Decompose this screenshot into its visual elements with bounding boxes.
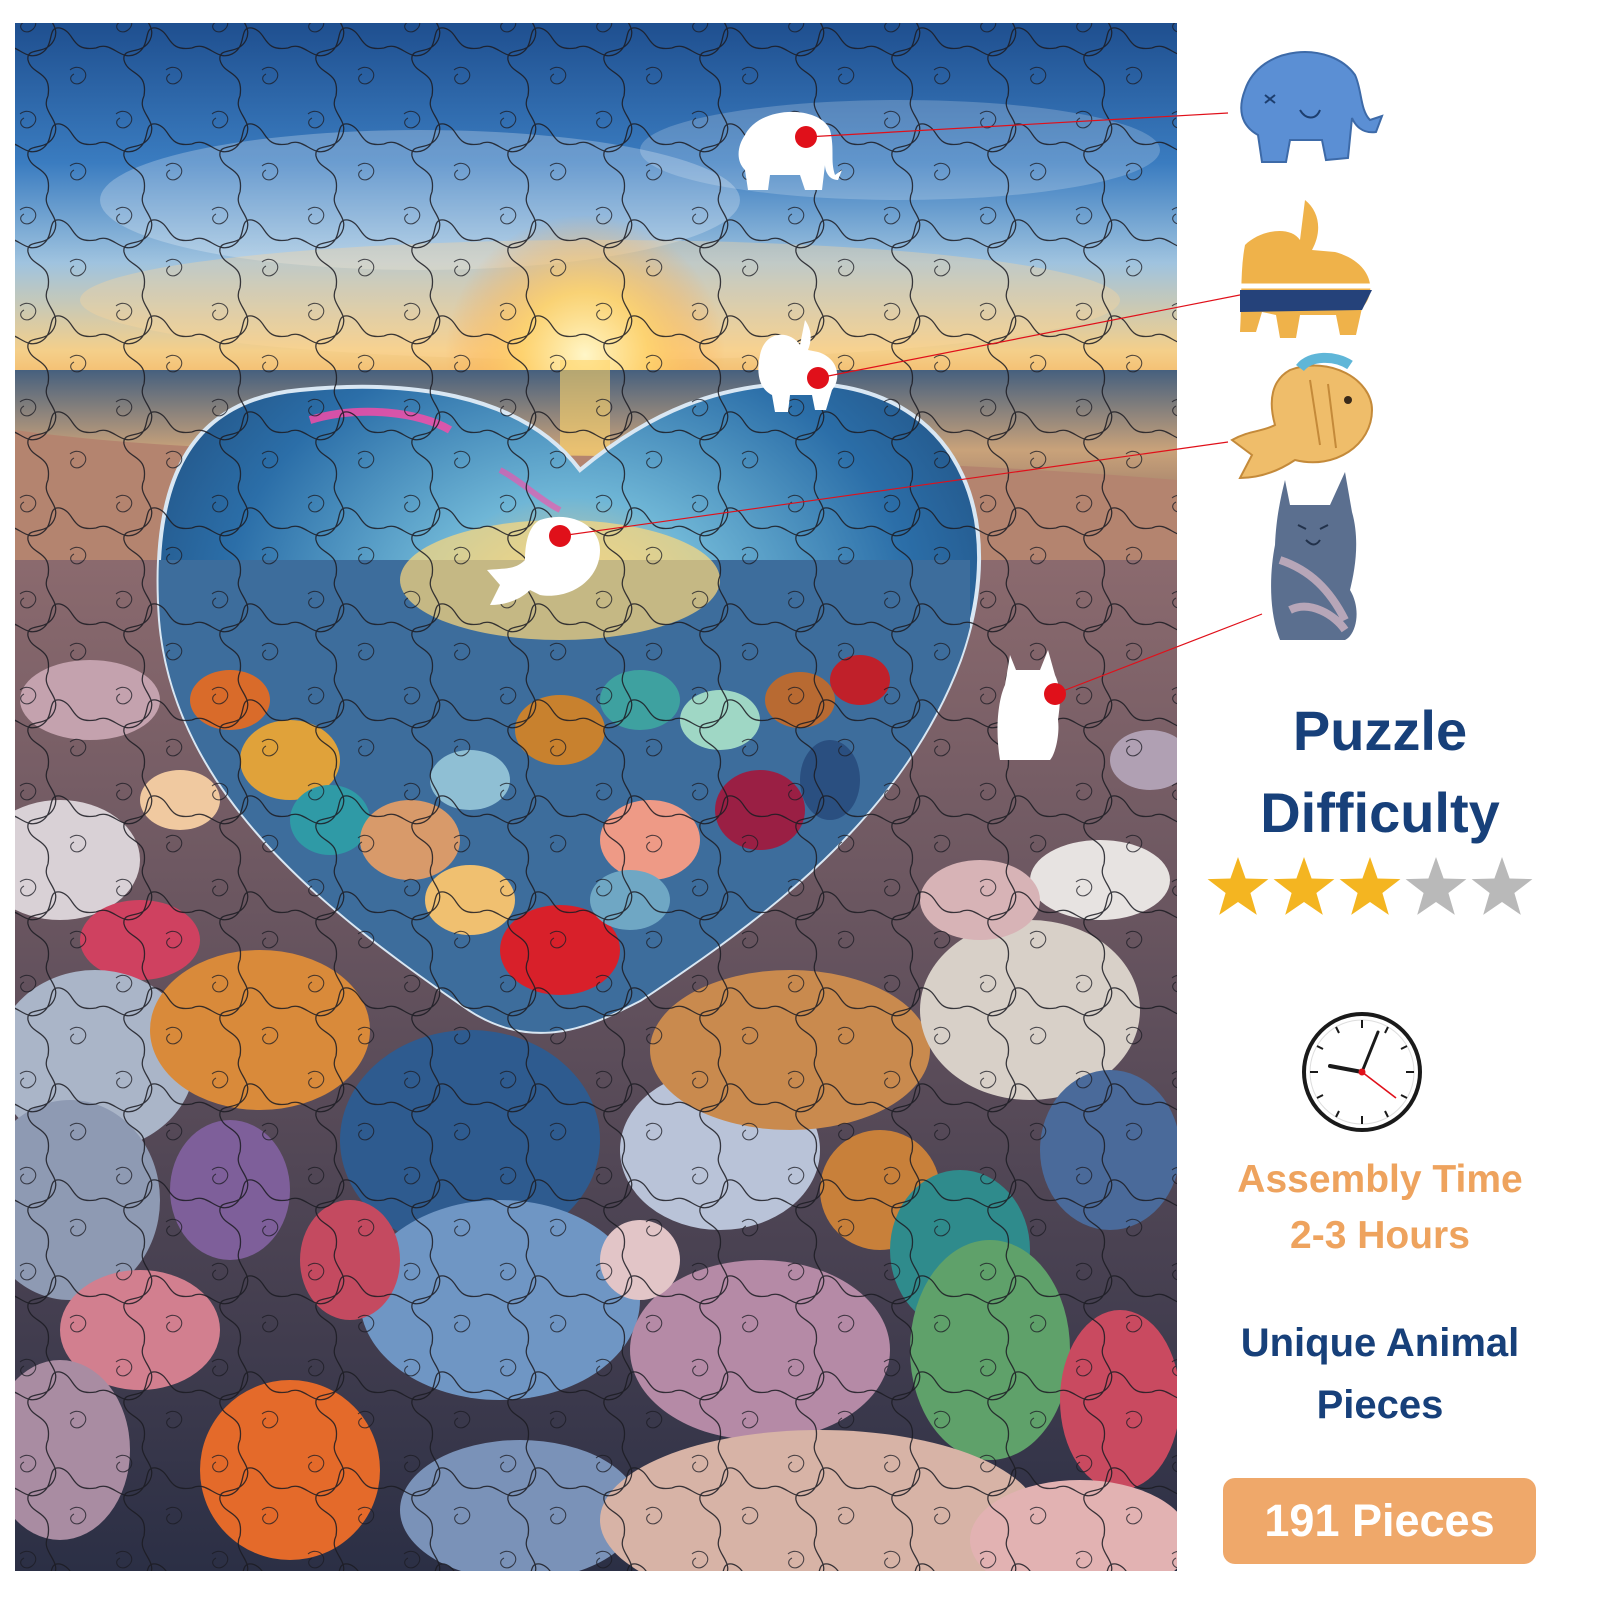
cat-icon <box>1271 472 1357 640</box>
star-filled-icon <box>1273 857 1335 915</box>
difficulty-rating <box>1207 857 1533 915</box>
star-filled-icon <box>1207 857 1269 915</box>
marker-dot <box>549 525 571 547</box>
difficulty-title-line1: Puzzle <box>1292 699 1468 762</box>
puzzle-photo <box>15 23 1177 1571</box>
marker-dot <box>1044 683 1066 705</box>
difficulty-title-line2: Difficulty <box>1260 781 1500 844</box>
feature-text-line1: Unique Animal <box>1240 1321 1520 1365</box>
difficulty-title: Puzzle Difficulty <box>1190 690 1570 854</box>
elephant-icon <box>1240 51 1384 163</box>
clock-icon <box>1302 1012 1422 1132</box>
assembly-time-label: Assembly Time <box>1237 1158 1523 1201</box>
feature-text-line2: Pieces <box>1316 1383 1444 1427</box>
assembly-time: Assembly Time 2-3 Hours <box>1190 1152 1570 1264</box>
marker-dot <box>795 126 817 148</box>
star-empty-icon <box>1405 857 1467 915</box>
feature-text: Unique Animal Pieces <box>1190 1312 1570 1436</box>
star-empty-icon <box>1471 857 1533 915</box>
star-filled-icon <box>1339 857 1401 915</box>
assembly-time-value: 2-3 Hours <box>1290 1214 1470 1257</box>
product-image: Puzzle Difficulty Assembly Time 2-3 Hour… <box>0 0 1600 1600</box>
sample-pieces <box>1230 51 1384 640</box>
fish-icon <box>1230 352 1374 480</box>
marker-dot <box>807 367 829 389</box>
pieces-count-label: 191 Pieces <box>1264 1495 1495 1546</box>
goat-icon <box>1240 200 1372 338</box>
jigsaw-cut-lines <box>15 23 1177 1571</box>
pieces-count-badge: 191 Pieces <box>1223 1478 1536 1564</box>
